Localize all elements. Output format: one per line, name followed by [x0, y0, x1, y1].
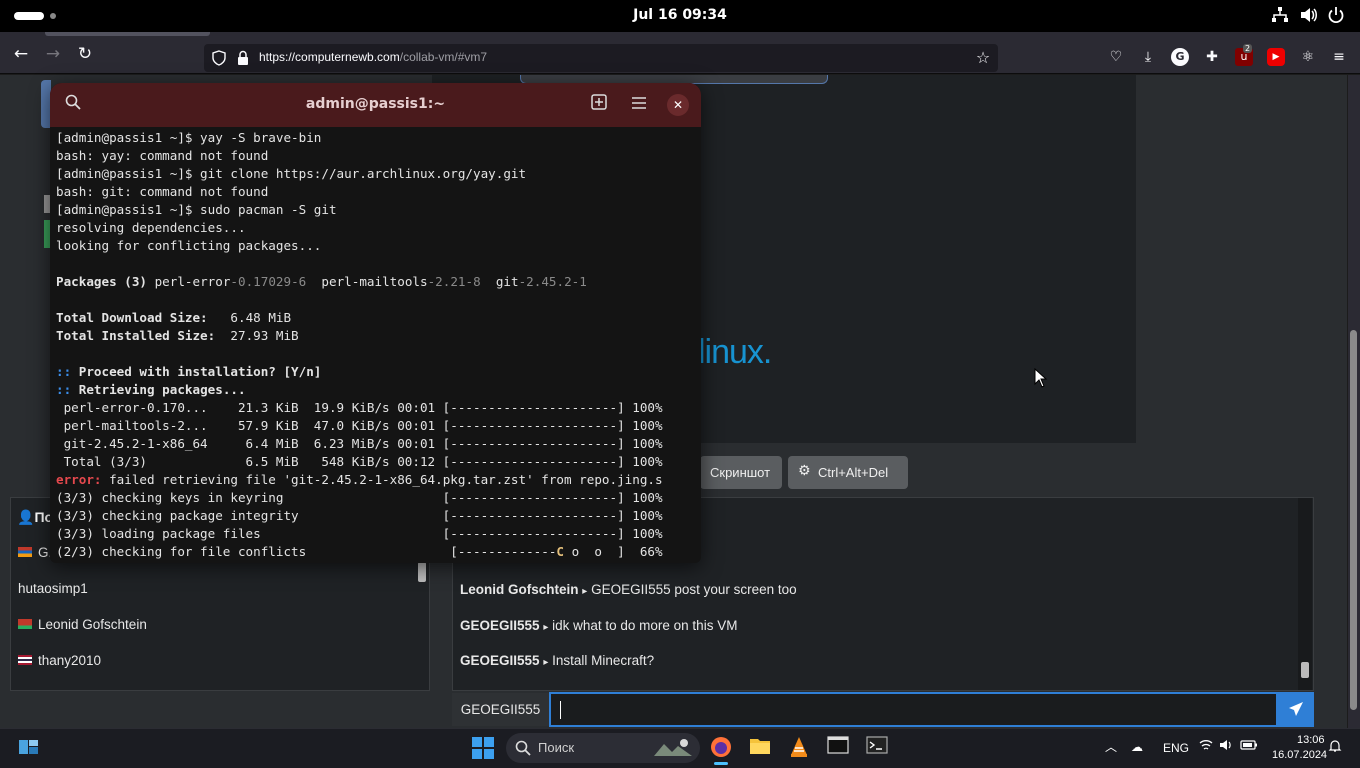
chat-scrollbar[interactable]	[1301, 662, 1309, 678]
active-app-indicator	[714, 762, 728, 765]
packages-line: Packages (3) perl-error-0.17029-6 perl-m…	[56, 274, 587, 289]
volume-icon[interactable]	[1298, 6, 1318, 26]
top-clock[interactable]: Jul 16 09:34	[0, 7, 1360, 23]
send-button[interactable]	[1278, 692, 1314, 727]
taskbar-clock-date[interactable]: 16.07.2024	[1272, 749, 1327, 761]
ublock-badge: 2	[1243, 44, 1253, 53]
download-progress-line: perl-error-0.170... 21.3 KiB 19.9 KiB/s …	[56, 400, 663, 415]
user-list-item[interactable]: Leonid Gofschtein	[18, 617, 147, 632]
arch-logo-text: linux.	[698, 333, 772, 371]
vlc-icon[interactable]	[787, 736, 811, 760]
mouse-cursor-icon	[1034, 367, 1048, 393]
flag-icon	[18, 547, 32, 557]
taskbar-clock-time[interactable]: 13:06	[1297, 734, 1325, 746]
users-scrollbar[interactable]	[418, 562, 426, 582]
error-line: error: failed retrieving file 'git-2.45.…	[56, 472, 663, 487]
username-label[interactable]: GEOEGII555	[452, 693, 549, 726]
users-header: 👤По	[17, 509, 54, 525]
gear-icon: ⚙	[798, 463, 811, 479]
react-devtools-icon[interactable]: ⚛	[1299, 48, 1317, 66]
user-list-item[interactable]: hutaosimp1	[18, 581, 88, 596]
terminal-output[interactable]: [admin@passis1 ~]$ yay -S brave-bin bash:…	[56, 129, 701, 561]
file-explorer-icon[interactable]	[748, 736, 772, 760]
terminal-line: [admin@passis1 ~]$ sudo pacman -S git	[56, 202, 337, 217]
forward-button[interactable]: →	[43, 44, 63, 64]
hamburger-menu-icon[interactable]	[628, 94, 650, 116]
terminal-line: looking for conflicting packages...	[56, 238, 322, 253]
close-icon[interactable]: ✕	[667, 94, 689, 116]
pocket-icon[interactable]: ♡	[1107, 48, 1125, 66]
chat-message: GEOEGII555 ▸ idk what to do more on this…	[460, 618, 738, 633]
terminal-line: bash: yay: command not found	[56, 148, 269, 163]
chat-message: GEOEGII555 ▸ Install Minecraft?	[460, 653, 655, 668]
notification-bell-icon[interactable]	[1328, 739, 1342, 756]
download-progress-line: Total (3/3) 6.5 MiB 548 KiB/s 00:12 [---…	[56, 454, 663, 469]
browser-tab[interactable]	[45, 32, 210, 36]
window-app-icon[interactable]	[826, 736, 850, 760]
flag-icon	[18, 619, 32, 629]
search-icon	[515, 740, 531, 756]
terminal-line: [admin@passis1 ~]$ yay -S brave-bin	[56, 130, 322, 145]
search-highlight-image	[652, 736, 694, 760]
check-progress-line: (3/3) loading package files [-----------…	[56, 526, 663, 541]
user-list-item[interactable]: thany2010	[18, 653, 101, 668]
retrieving-line: :: Retrieving packages...	[56, 382, 246, 397]
back-button[interactable]: ←	[11, 44, 31, 64]
bookmark-star-icon[interactable]: ☆	[974, 48, 992, 67]
send-icon	[1289, 702, 1303, 716]
reload-button[interactable]: ↻	[75, 44, 95, 64]
terminal-line: resolving dependencies...	[56, 220, 246, 235]
terminal-line: [admin@passis1 ~]$ git clone https://aur…	[56, 166, 527, 181]
installed-size-line: Total Installed Size: 27.93 MiB	[56, 328, 299, 343]
speaker-icon[interactable]	[1219, 739, 1233, 754]
search-placeholder[interactable]: Поиск	[538, 740, 574, 755]
text-caret	[560, 701, 561, 719]
user-icon: 👤	[17, 509, 35, 525]
new-tab-icon[interactable]	[588, 94, 610, 116]
page-scrollbar[interactable]	[1350, 330, 1357, 710]
download-progress-line: perl-mailtools-2... 57.9 KiB 47.0 KiB/s …	[56, 418, 663, 433]
wifi-icon[interactable]	[1199, 739, 1213, 754]
download-size-line: Total Download Size: 6.48 MiB	[56, 310, 292, 325]
tracking-shield-icon[interactable]	[211, 50, 227, 66]
chevron-up-icon[interactable]: ︿	[1105, 738, 1117, 755]
proceed-line: :: Proceed with installation? [Y/n]	[56, 364, 322, 379]
youtube-extension-icon[interactable]: ▶	[1267, 48, 1285, 66]
check-progress-line: (3/3) checking package integrity [------…	[56, 508, 663, 523]
battery-icon[interactable]	[1240, 739, 1258, 754]
downloads-icon[interactable]: ⤓	[1139, 48, 1157, 66]
windows-start-icon[interactable]	[472, 737, 494, 759]
account-g-icon[interactable]: G	[1171, 48, 1189, 66]
extensions-puzzle-icon[interactable]: ✚	[1203, 48, 1221, 66]
language-indicator[interactable]: ENG	[1163, 741, 1189, 755]
download-progress-line: git-2.45.2-1-x86_64 6.4 MiB 6.23 MiB/s 0…	[56, 436, 663, 451]
widgets-icon[interactable]	[19, 738, 39, 756]
terminal-line: bash: git: command not found	[56, 184, 269, 199]
lock-icon[interactable]	[236, 50, 250, 66]
terminal-app-icon[interactable]	[865, 736, 889, 760]
onedrive-cloud-icon[interactable]: ☁	[1131, 740, 1143, 754]
check-progress-line: (3/3) checking keys in keyring [--------…	[56, 490, 663, 505]
network-icon[interactable]	[1270, 6, 1290, 26]
url-text[interactable]: https://computernewb.com/collab-vm/#vm7	[259, 50, 487, 64]
menu-icon[interactable]: ≡	[1330, 48, 1348, 66]
flag-icon	[18, 655, 32, 665]
chat-input[interactable]	[549, 692, 1278, 727]
chat-message: Leonid Gofschtein ▸ GEOEGII555 post your…	[460, 582, 797, 597]
terminal-window[interactable]: admin@passis1:~ ✕ [admin@passis1 ~]$ yay…	[50, 83, 701, 563]
check-progress-line: (2/3) checking for file conflicts [-----…	[56, 544, 663, 559]
screenshot-button[interactable]: Скриншот	[700, 456, 782, 489]
firefox-icon[interactable]	[709, 736, 733, 760]
user-list-item[interactable]: G.	[18, 545, 52, 560]
power-icon[interactable]	[1326, 6, 1346, 26]
